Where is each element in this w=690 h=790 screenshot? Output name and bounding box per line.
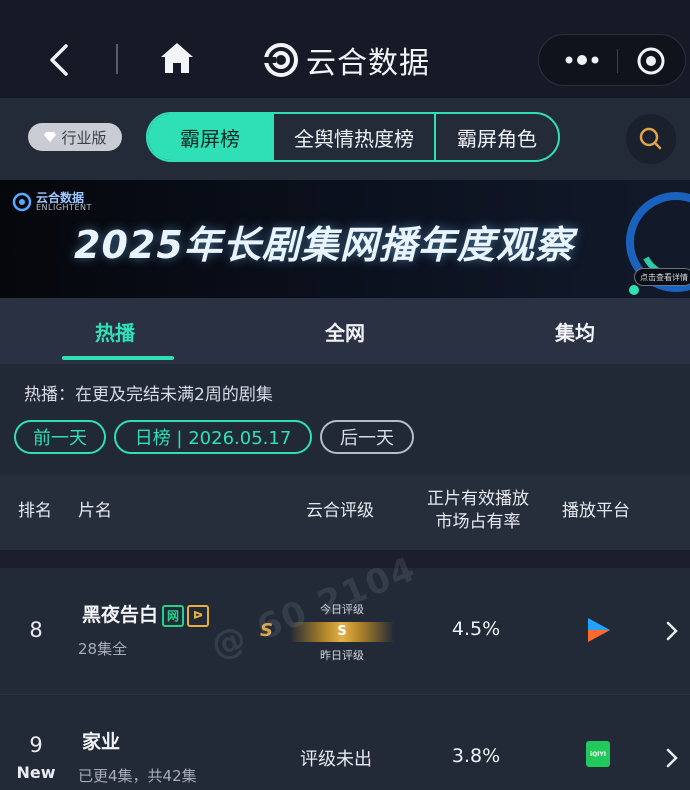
new-badge: New — [16, 763, 56, 782]
date-selector[interactable]: 日榜 | 2026.05.17 — [114, 420, 312, 454]
banner-logo-en: ENLIGHTENT — [36, 203, 92, 212]
back-arrow-icon[interactable] — [44, 40, 72, 80]
subtab-episode-average[interactable]: 集均 — [460, 298, 690, 364]
divider — [116, 44, 118, 74]
header-share-line1: 正片有效播放 — [427, 489, 529, 509]
ranking-segmented-control: 霸屏榜 全舆情热度榜 霸屏角色 — [146, 112, 560, 162]
more-dots-icon[interactable] — [557, 45, 607, 75]
table-header: 排名 片名 云合评级 正片有效播放 市场占有率 播放平台 — [0, 474, 690, 550]
chevron-right-icon[interactable] — [664, 746, 680, 770]
header-share-line2: 市场占有率 — [435, 512, 521, 532]
rank-number: 8 — [29, 618, 43, 642]
search-icon[interactable] — [626, 114, 676, 164]
header-rank: 排名 — [18, 501, 52, 521]
next-day-button[interactable]: 后一天 — [320, 420, 414, 454]
market-share: 4.5% — [451, 618, 501, 640]
banner-title: 2025年长剧集网播年度观察 — [74, 223, 574, 267]
banner-logo-icon — [12, 192, 32, 212]
episode-info: 已更4集，共42集 — [78, 767, 197, 785]
drama-title: 家业 — [82, 731, 121, 753]
pro-label: 行业版 — [61, 128, 107, 147]
title-bar: 云合数据 — [0, 0, 690, 98]
rank-number: 9 — [29, 733, 43, 757]
app-brand: 云合数据 — [262, 38, 430, 82]
subtab-all-network[interactable]: 全网 — [230, 298, 460, 364]
iqiyi-icon: iQIYI — [586, 741, 610, 767]
subtab-hot[interactable]: 热播 — [0, 298, 230, 364]
miniapp-capsule — [538, 34, 686, 86]
tab-screen-characters[interactable]: 霸屏角色 — [434, 114, 558, 160]
pro-version-badge[interactable]: 行业版 — [28, 123, 122, 151]
home-icon[interactable] — [158, 40, 196, 76]
banner-logo: 云合数据 ENLIGHTENT — [12, 192, 92, 212]
market-share: 3.8% — [451, 745, 501, 767]
drama-title: 黑夜告白 — [82, 604, 159, 626]
chevron-right-icon[interactable] — [664, 619, 680, 643]
header-title: 片名 — [78, 501, 112, 521]
ranking-tab-row: 行业版 霸屏榜 全舆情热度榜 霸屏角色 — [0, 98, 690, 180]
list-description: 热播：在更及完结未满2周的剧集 — [24, 385, 273, 405]
subtab-bar: 热播 全网 集均 — [0, 298, 690, 364]
header-rating: 云合评级 — [306, 501, 374, 521]
prev-day-button[interactable]: 前一天 — [14, 420, 106, 454]
tab-public-opinion-heat[interactable]: 全舆情热度榜 — [272, 114, 434, 160]
capsule-divider — [617, 49, 618, 73]
play-tag-icon: ᐅ — [187, 604, 210, 627]
promo-banner[interactable]: 云合数据 ENLIGHTENT 2025年长剧集网播年度观察 点击查看详情 — [0, 180, 690, 298]
table-row[interactable]: 9 New 家业 已更4集，共42集 评级未出 3.8% iQIYI — [0, 694, 690, 790]
brand-logo-icon — [262, 43, 298, 77]
web-drama-tag: 网 — [162, 604, 185, 627]
episode-info: 28集全 — [78, 640, 128, 658]
diamond-icon — [44, 132, 57, 142]
drama-title-row: 黑夜告白网 ᐅ — [82, 600, 210, 627]
section-gap — [0, 550, 690, 568]
header-platform: 播放平台 — [562, 501, 630, 521]
filter-area: 热播：在更及完结未满2周的剧集 前一天 日榜 | 2026.05.17 后一天 — [0, 364, 690, 474]
rating-status: 评级未出 — [300, 749, 372, 770]
yesterday-rating-label: 昨日评级 — [320, 649, 364, 662]
youku-icon — [588, 618, 610, 642]
banner-cta-button[interactable]: 点击查看详情 — [634, 268, 690, 286]
tab-screen-dominance[interactable]: 霸屏榜 — [148, 114, 272, 160]
app-title: 云合数据 — [306, 46, 430, 81]
close-target-icon[interactable] — [635, 45, 667, 77]
